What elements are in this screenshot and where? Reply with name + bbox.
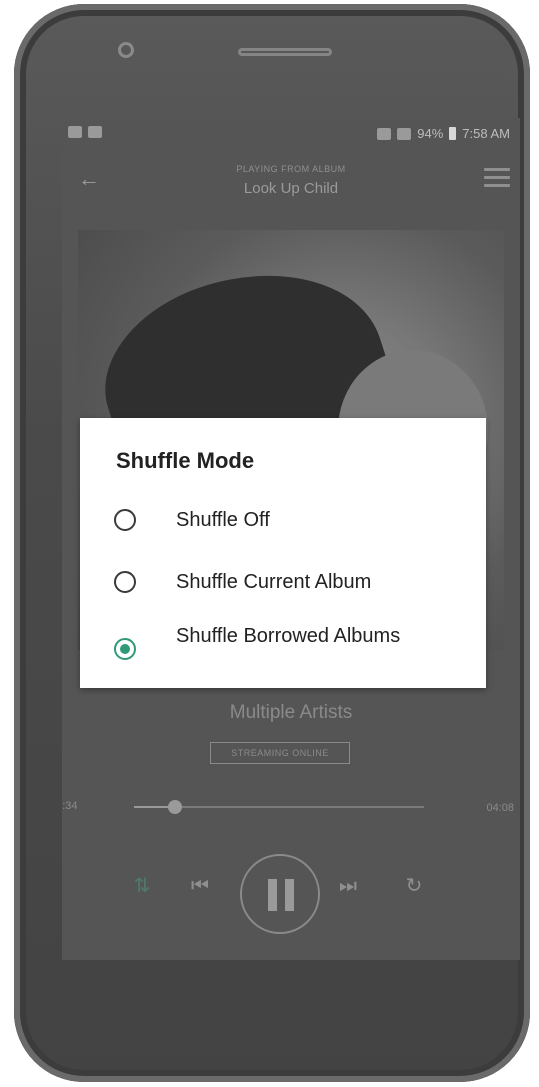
radio-button[interactable] (114, 509, 136, 531)
radio-button[interactable] (114, 571, 136, 593)
option-label: Shuffle Off (176, 509, 270, 531)
bluetooth-icon (377, 127, 392, 140)
playing-from-label: PLAYING FROM ALBUM (236, 164, 346, 174)
pause-icon (268, 879, 294, 911)
clock: 7:58 AM (462, 126, 510, 141)
status-bar: 94% 7:58 AM (62, 118, 520, 150)
front-camera (118, 42, 134, 58)
shuffle-icon[interactable]: ⇅ (130, 874, 154, 898)
seek-thumb[interactable] (167, 800, 182, 814)
skip-previous-icon[interactable]: ⏮ (188, 874, 212, 898)
battery-icon (449, 127, 457, 140)
wifi-icon (68, 126, 82, 138)
elapsed-time: 00:34 (62, 800, 78, 812)
track-artist: Multiple Artists (229, 702, 353, 723)
total-time: 04:08 (486, 802, 514, 814)
signal-icon (397, 127, 412, 140)
player-header: ← PLAYING FROM ALBUM Look Up Child (62, 154, 520, 206)
dialog-title: Shuffle Mode (116, 448, 255, 473)
battery-percent: 94% (417, 126, 444, 141)
option-label: Shuffle Borrowed Albums (176, 625, 401, 647)
repeat-icon[interactable]: ↻ (402, 874, 426, 898)
radio-button-selected[interactable] (114, 638, 136, 660)
shuffle-mode-dialog: Shuffle Mode Shuffle Off Shuffle Current… (80, 418, 486, 688)
hamburger-menu-icon[interactable] (484, 168, 510, 188)
playback-controls: ⇅ ⏮ ⏭ ↻ (62, 846, 520, 934)
album-title: Look Up Child (243, 180, 339, 197)
earpiece-speaker (238, 48, 332, 56)
pause-button[interactable] (240, 854, 320, 934)
notification-icon (88, 126, 102, 138)
skip-next-icon[interactable]: ⏭ (336, 874, 360, 898)
option-label: Shuffle Current Album (176, 571, 372, 593)
streaming-badge: STREAMING ONLINE (210, 742, 350, 764)
